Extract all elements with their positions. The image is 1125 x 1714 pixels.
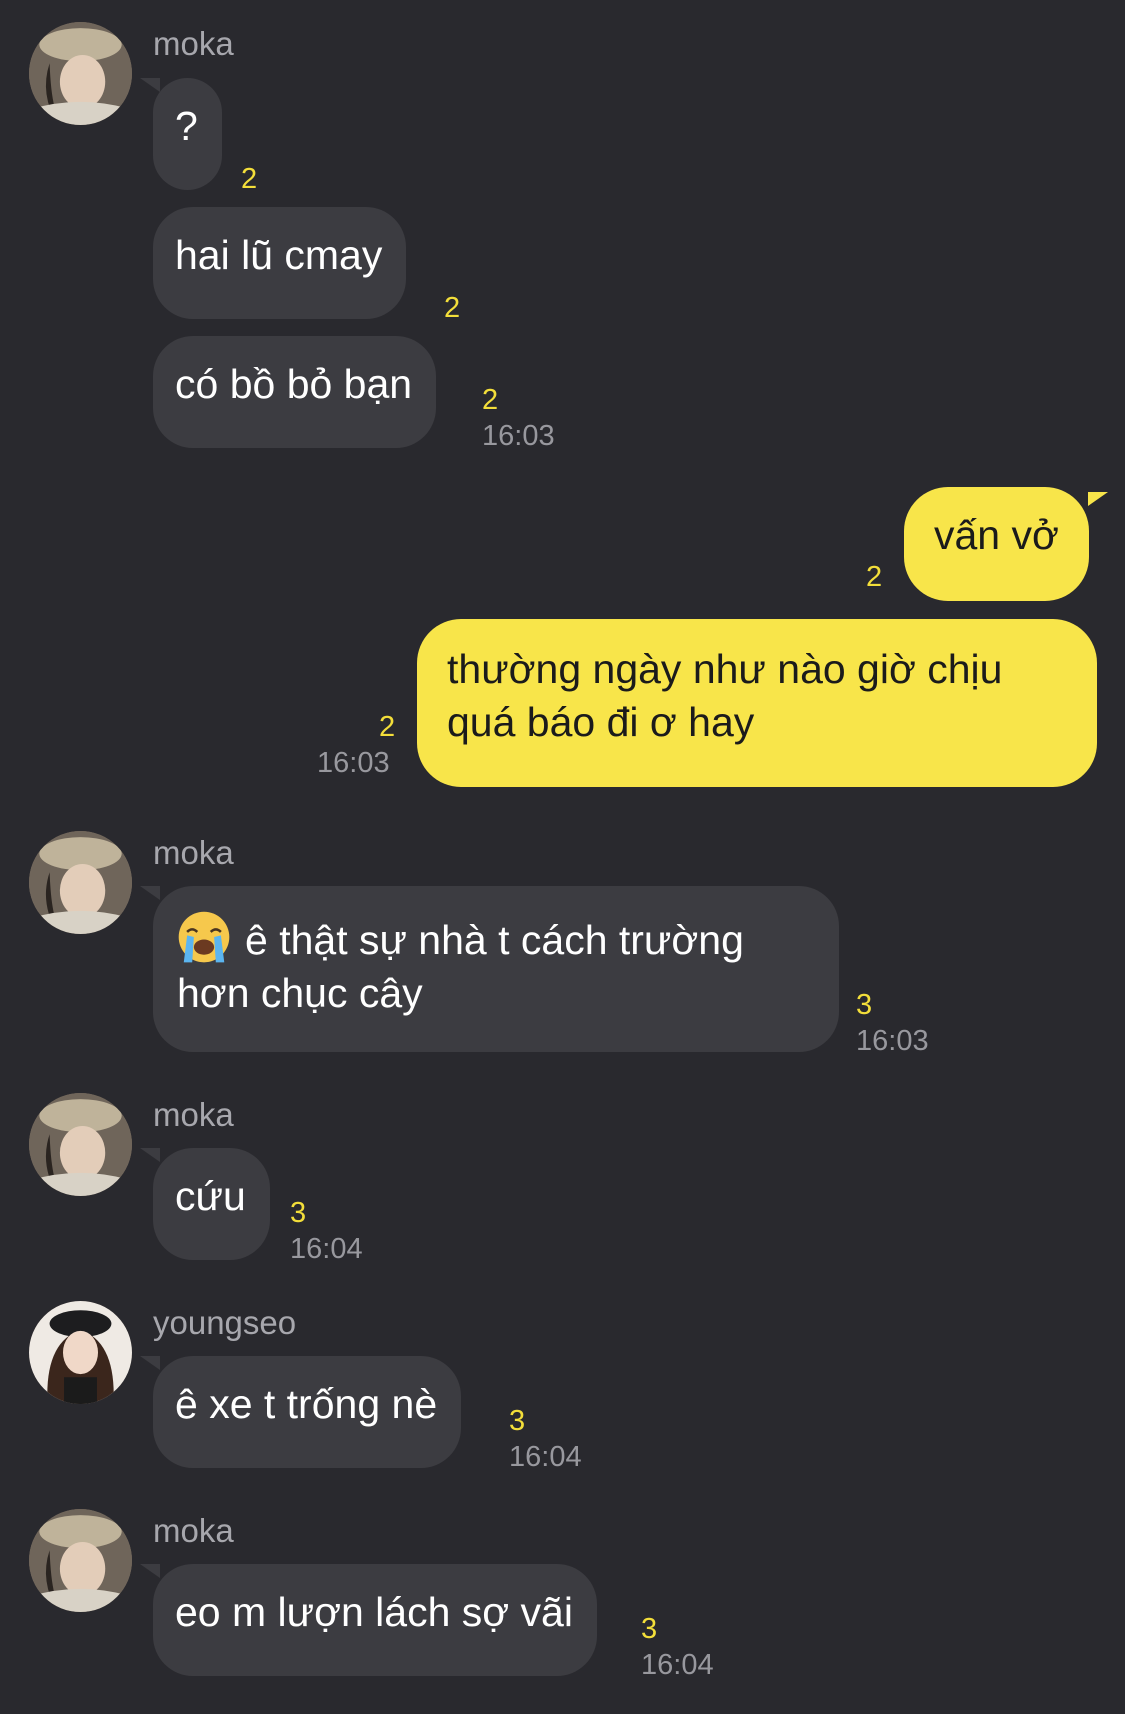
message-bubble[interactable]: ? (153, 78, 222, 190)
sender-name: youngseo (153, 1304, 297, 1341)
message-bubble-outgoing[interactable]: vấn vở (904, 487, 1089, 601)
bubble-tail (140, 886, 160, 900)
sender-name: moka (153, 25, 234, 62)
message-text: ê xe t trống nè (175, 1381, 438, 1427)
sender-name: moka (153, 1512, 234, 1549)
timestamp: 16:04 (509, 1441, 582, 1473)
read-count: 2 (241, 163, 258, 195)
timestamp: 16:03 (482, 420, 555, 452)
message-text: cứu (175, 1173, 246, 1219)
sender-name: moka (153, 834, 234, 871)
timestamp: 16:03 (856, 1025, 929, 1057)
read-count: 3 (856, 989, 873, 1021)
loudly-crying-face-icon (178, 911, 230, 963)
message-bubble[interactable]: eo m lượn lách sợ vãi (153, 1564, 597, 1676)
avatar-youngseo[interactable] (29, 1301, 132, 1404)
avatar-photo-moka (29, 22, 132, 125)
bubble-tail (1088, 492, 1108, 506)
message-text: có bồ bỏ bạn (175, 361, 413, 407)
read-count: 3 (509, 1405, 526, 1437)
avatar-moka[interactable] (29, 1509, 132, 1612)
read-count: 3 (290, 1197, 307, 1229)
avatar-moka[interactable] (29, 22, 132, 125)
message-bubble-outgoing[interactable]: thường ngày như nào giờ chịu quá báo đi … (417, 619, 1097, 787)
avatar-moka[interactable] (29, 1093, 132, 1196)
read-count: 2 (482, 384, 499, 416)
read-count: 3 (641, 1613, 658, 1645)
message-bubble[interactable]: có bồ bỏ bạn (153, 336, 437, 448)
avatar-photo-moka (29, 831, 132, 934)
bubble-tail (140, 1564, 160, 1578)
message-bubble[interactable]: hai lũ cmay (153, 207, 407, 319)
message-text: ê thật sự nhà t cách trường hơn chục cây (177, 917, 744, 1016)
message-bubble[interactable]: ê xe t trống nè (153, 1356, 462, 1468)
avatar-moka[interactable] (29, 831, 132, 934)
message-text: thường ngày như nào giờ chịu quá báo đi … (447, 646, 1003, 745)
timestamp: 16:03 (317, 747, 390, 779)
bubble-tail (140, 78, 160, 92)
bubble-tail (140, 1356, 160, 1370)
message-bubble[interactable]: ê thật sự nhà t cách trường hơn chục cây (153, 886, 839, 1052)
avatar-photo-moka (29, 1509, 132, 1612)
timestamp: 16:04 (641, 1649, 714, 1681)
read-count: 2 (866, 561, 883, 593)
timestamp: 16:04 (290, 1233, 363, 1265)
message-text: ? (175, 103, 198, 149)
avatar-photo-moka (29, 1093, 132, 1196)
message-text: vấn vở (934, 512, 1059, 558)
read-count: 2 (444, 292, 461, 324)
avatar-photo-youngseo (29, 1301, 132, 1404)
message-bubble[interactable]: cứu (153, 1148, 270, 1260)
read-count: 2 (379, 711, 396, 743)
message-text: eo m lượn lách sợ vãi (175, 1589, 573, 1635)
bubble-tail (140, 1148, 160, 1162)
message-text: hai lũ cmay (175, 232, 383, 278)
sender-name: moka (153, 1096, 234, 1133)
